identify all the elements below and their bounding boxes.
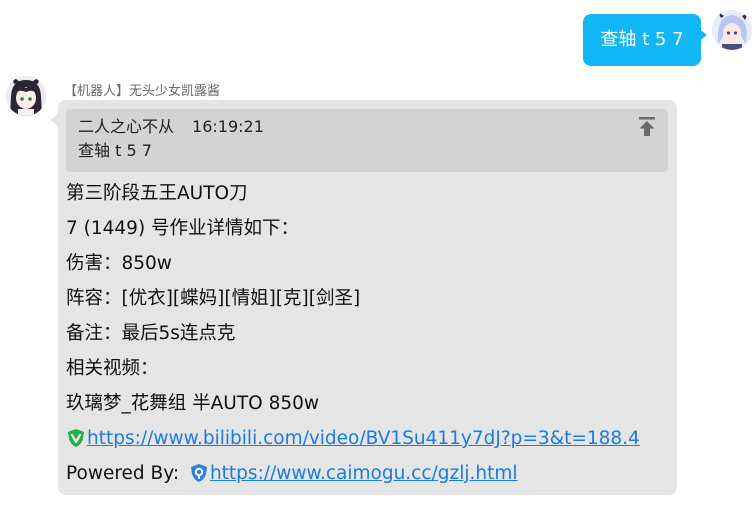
powered-by-label: Powered By: <box>66 463 180 484</box>
green-v-shield-icon <box>66 425 86 447</box>
sent-bubble-tail <box>698 28 707 42</box>
powered-by-link[interactable]: https://www.caimogu.cc/gzlj.html <box>210 463 518 484</box>
video-link-row: https://www.bilibili.com/video/BV1Su411y… <box>66 421 670 456</box>
reply-line-title: 第三阶段五王AUTO刀 <box>66 183 248 204</box>
bot-avatar[interactable] <box>6 76 46 116</box>
quote-header: 二人之心不从 16:19:21 <box>78 115 656 139</box>
arrow-up-to-top-icon[interactable] <box>638 116 656 138</box>
quoted-message[interactable]: 二人之心不从 16:19:21 查轴 t 5 7 <box>66 109 668 172</box>
sender-name: 【机器人】无头少女凯露酱 <box>64 84 221 99</box>
reply-line-damage: 伤害：850w <box>66 253 172 274</box>
quote-author: 二人之心不从 <box>78 117 175 136</box>
quote-text: 查轴 t 5 7 <box>78 141 152 160</box>
reply-line-video-title: 玖璃梦_花舞组 半AUTO 850w <box>66 393 320 414</box>
quote-time: 16:19:21 <box>192 117 264 136</box>
reply-line-video-heading: 相关视频： <box>66 358 159 379</box>
self-avatar[interactable] <box>712 10 752 50</box>
sent-message-bubble[interactable]: 查轴 t 5 7 <box>583 14 701 66</box>
video-link[interactable]: https://www.bilibili.com/video/BV1Su411y… <box>87 428 640 449</box>
reply-bubble[interactable]: 二人之心不从 16:19:21 查轴 t 5 7 第三阶段五王AUTO刀 7 (1… <box>58 100 677 495</box>
reply-line-job: 7 (1449) 号作业详情如下： <box>66 218 300 239</box>
reply-line-note: 备注：最后5s连点克 <box>66 323 236 344</box>
sent-message-text: 查轴 t 5 7 <box>600 29 684 50</box>
reply-body: 第三阶段五王AUTO刀 7 (1449) 号作业详情如下： 伤害：850w 阵容… <box>66 176 670 491</box>
blue-shield-icon <box>189 460 209 482</box>
reply-line-lineup: 阵容：[优衣][蝶妈][情姐][克][剑圣] <box>66 288 361 309</box>
powered-by-row: Powered By: https://www.caimogu.cc/gzlj.… <box>66 456 670 491</box>
